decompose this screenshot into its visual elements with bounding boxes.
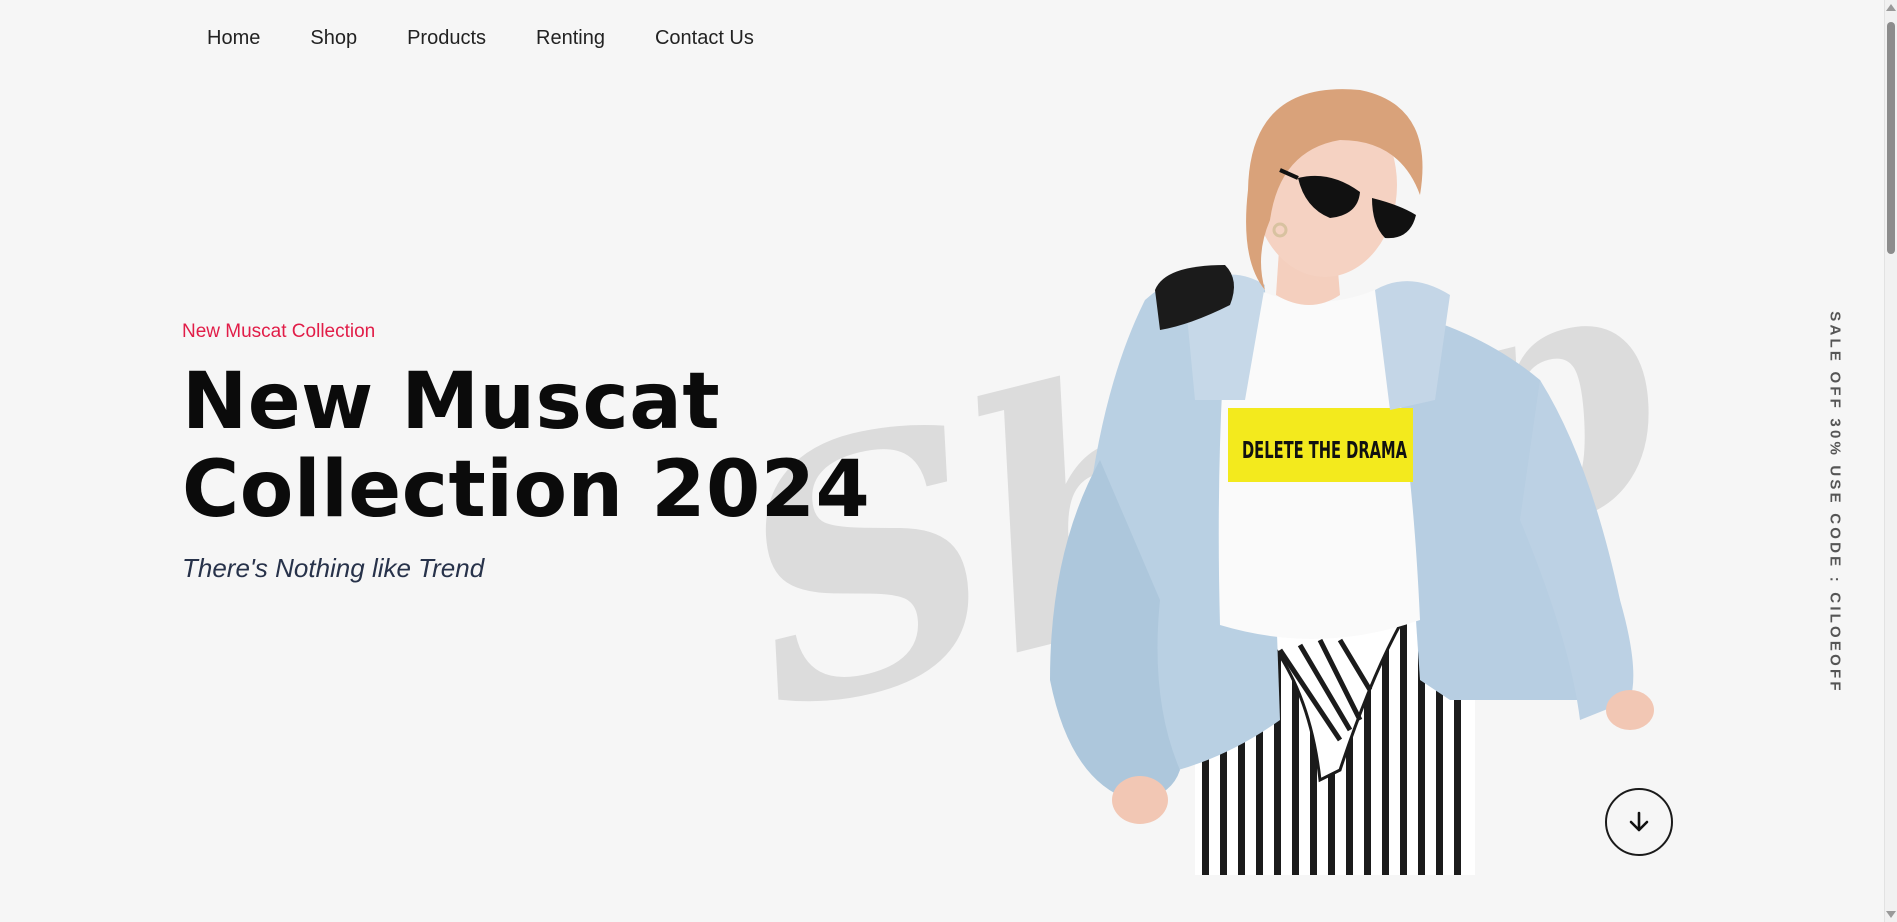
headline-line-2: Collection 2024: [182, 445, 871, 535]
arrow-down-icon: [1629, 811, 1649, 832]
nav-products[interactable]: Products: [407, 26, 486, 50]
main-nav: Home Shop Products Renting Contact Us: [207, 26, 754, 50]
hero-model-image: DELETE THE DRAMA: [1050, 89, 1654, 875]
tshirt-print: DELETE THE DRAMA: [1242, 438, 1407, 464]
hero-headline: New Muscat Collection 2024: [182, 358, 902, 534]
promo-vertical: SALE OFF 30% USE CODE : CILOEOFF: [1818, 311, 1852, 693]
hero-eyebrow: New Muscat Collection: [182, 321, 376, 342]
scroll-down-arrow-icon[interactable]: [1886, 911, 1896, 918]
nav-contact-us[interactable]: Contact Us: [655, 26, 754, 50]
promo-text: SALE OFF 30% USE CODE : CILOEOFF: [1826, 311, 1844, 694]
nav-renting[interactable]: Renting: [536, 26, 605, 50]
scrollbar-thumb[interactable]: [1887, 22, 1895, 254]
scroll-down-button[interactable]: [1605, 788, 1673, 856]
scroll-up-arrow-icon[interactable]: [1886, 4, 1896, 11]
nav-shop[interactable]: Shop: [310, 26, 357, 50]
page-scrollbar[interactable]: [1884, 0, 1897, 922]
headline-line-1: New Muscat: [182, 357, 721, 447]
hero-text: New Muscat Collection New Muscat Collect…: [182, 320, 902, 584]
nav-home[interactable]: Home: [207, 26, 260, 50]
hero-tagline: There's Nothing like Trend: [182, 553, 485, 583]
